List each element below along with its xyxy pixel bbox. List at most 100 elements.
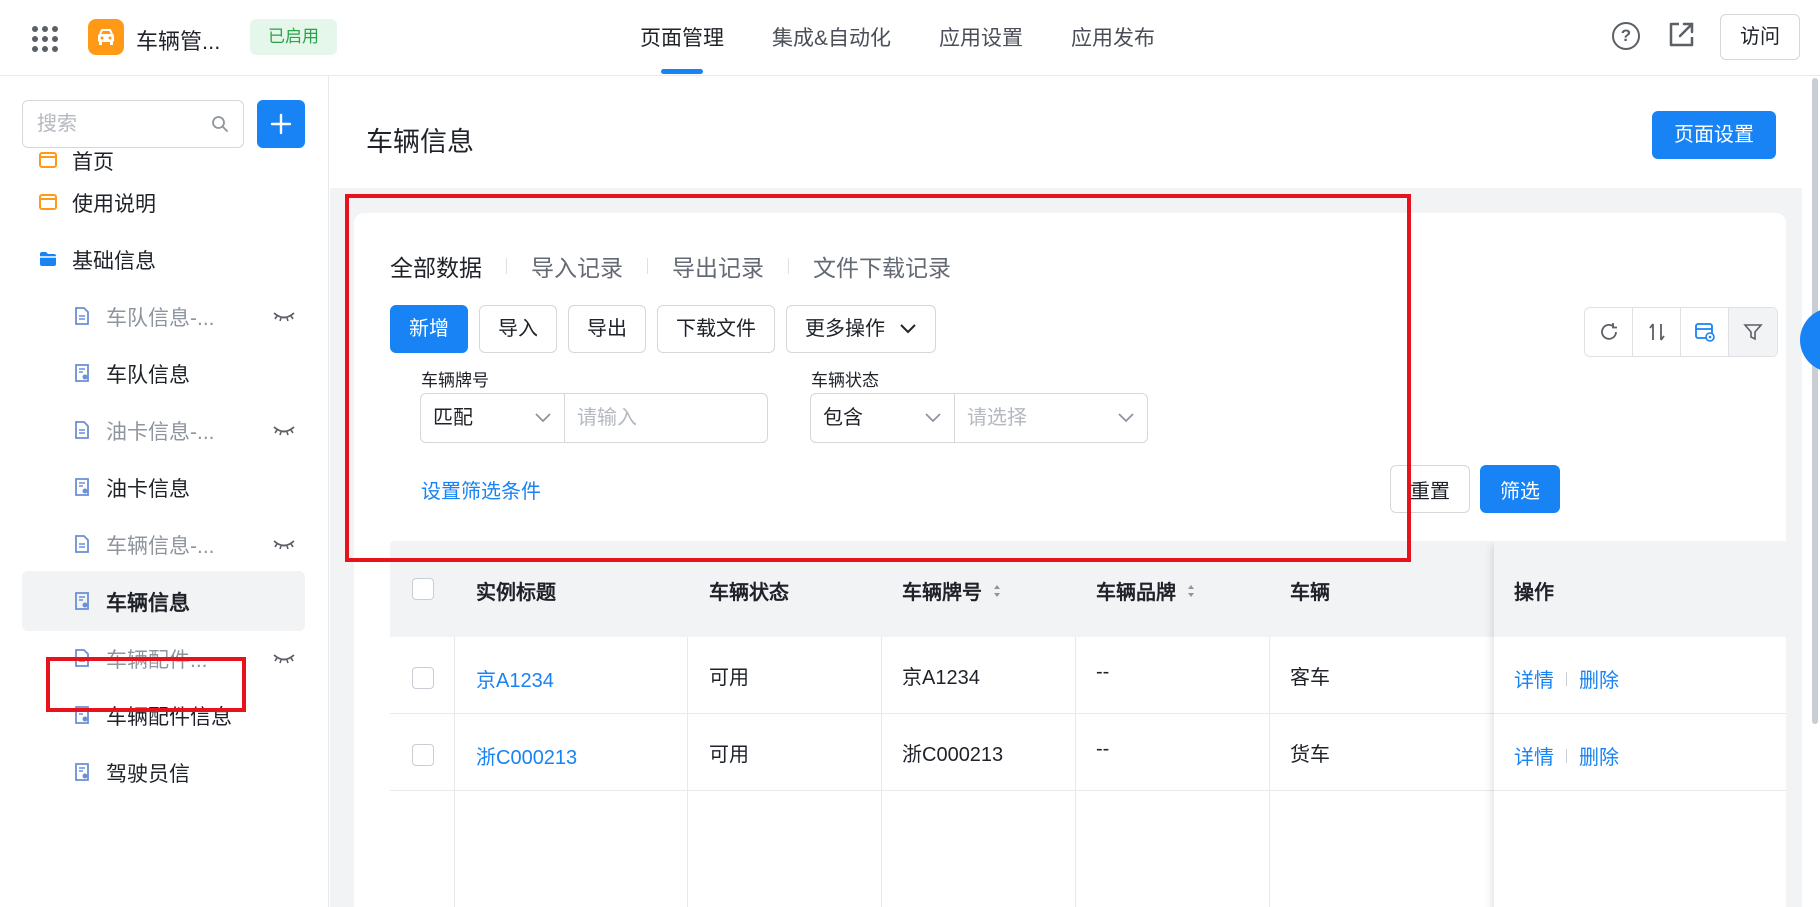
sidebar-item-vehicle-parts[interactable]: 车辆配件信息 [22, 685, 305, 745]
row-operations: 详情 删除 [1514, 664, 1619, 693]
document-icon [75, 535, 89, 553]
column-header-type[interactable]: 车辆 [1290, 576, 1330, 605]
floating-assistant-button[interactable] [1800, 308, 1820, 372]
row-plate: 京A1234 [902, 667, 980, 689]
nav-integration-automation[interactable]: 集成&自动化 [772, 0, 891, 76]
column-divider [881, 637, 882, 907]
eye-closed-icon[interactable] [272, 536, 296, 552]
column-header-plate[interactable]: 车辆牌号 [902, 576, 1002, 605]
app-name[interactable]: 车辆管... [136, 24, 220, 56]
select-all-checkbox[interactable] [412, 578, 434, 600]
main-nav: 页面管理 集成&自动化 应用设置 应用发布 [640, 0, 1203, 76]
more-actions-button[interactable]: 更多操作 [786, 305, 936, 353]
sidebar-item-label: 车队信息-... [106, 307, 215, 330]
apps-grid-icon[interactable] [32, 26, 58, 52]
column-header-title[interactable]: 实例标题 [476, 576, 556, 605]
sidebar-item-label: 油卡信息 [106, 478, 190, 501]
tab-import-records[interactable]: 导入记录 [531, 249, 623, 283]
page-settings-button[interactable]: 页面设置 [1652, 111, 1776, 159]
tab-divider [506, 258, 507, 274]
filter-button[interactable]: 筛选 [1480, 465, 1560, 513]
help-icon[interactable]: ? [1612, 22, 1640, 50]
select-placeholder: 请选择 [967, 407, 1027, 429]
view-settings-button[interactable] [1681, 308, 1729, 356]
row-operations: 详情 删除 [1514, 741, 1619, 770]
row-checkbox[interactable] [412, 667, 434, 689]
import-button[interactable]: 导入 [479, 305, 557, 353]
filter-status-operator[interactable]: 包含 [811, 394, 955, 442]
download-file-button[interactable]: 下载文件 [657, 305, 775, 353]
tab-download-records[interactable]: 文件下载记录 [813, 249, 951, 283]
filter-toggle-button[interactable] [1729, 308, 1777, 356]
reset-button[interactable]: 重置 [1390, 465, 1470, 513]
export-button[interactable]: 导出 [568, 305, 646, 353]
sidebar-item-label: 油卡信息-... [106, 421, 215, 444]
row-checkbox[interactable] [412, 744, 434, 766]
sidebar-item-driver-info[interactable]: 驾驶员信 [22, 742, 305, 802]
top-bar: 车辆管... 已启用 页面管理 集成&自动化 应用设置 应用发布 ? 访问 [0, 0, 1820, 76]
sidebar-item-label: 驾驶员信 [106, 763, 190, 786]
sidebar-item-fleet-info-hidden[interactable]: 车队信息-... [22, 286, 305, 346]
column-header-brand[interactable]: 车辆品牌 [1096, 576, 1196, 605]
refresh-button[interactable] [1585, 308, 1633, 356]
nav-page-management[interactable]: 页面管理 [640, 0, 724, 76]
sidebar-item-vehicle-parts-hidden[interactable]: 车辆配件... [22, 628, 305, 688]
column-header-operations: 操作 [1514, 582, 1554, 604]
column-divider [454, 637, 455, 907]
sort-arrows-icon[interactable] [1186, 583, 1196, 599]
tab-all-data[interactable]: 全部数据 [390, 249, 482, 283]
scrollbar-thumb[interactable] [1812, 78, 1818, 724]
eye-closed-icon[interactable] [272, 422, 296, 438]
operator-value: 包含 [823, 407, 863, 429]
data-tabs: 全部数据 导入记录 导出记录 文件下载记录 [390, 249, 951, 283]
filter-label-status: 车辆状态 [811, 371, 879, 390]
sidebar-item-basic-info[interactable]: 基础信息 [22, 229, 305, 289]
row-title-link[interactable]: 京A1234 [476, 664, 554, 693]
nav-app-settings[interactable]: 应用设置 [939, 0, 1023, 76]
nav-app-publish[interactable]: 应用发布 [1071, 0, 1155, 76]
column-divider [1075, 637, 1076, 907]
filter-plate-input[interactable] [565, 394, 767, 442]
detail-link[interactable]: 详情 [1514, 664, 1554, 693]
sidebar-item-label: 车辆信息-... [106, 535, 215, 558]
tab-export-records[interactable]: 导出记录 [672, 249, 764, 283]
add-button[interactable]: 新增 [390, 305, 468, 353]
sidebar-item-label: 车辆信息 [106, 592, 190, 615]
sidebar-item-fleet-info[interactable]: 车队信息 [22, 343, 305, 403]
delete-link[interactable]: 删除 [1579, 741, 1619, 770]
folder-icon [39, 194, 57, 210]
visit-button[interactable]: 访问 [1720, 14, 1800, 60]
form-icon [75, 592, 89, 610]
filter-status: 包含 请选择 [810, 393, 1148, 443]
more-actions-label: 更多操作 [805, 318, 885, 340]
eye-closed-icon[interactable] [272, 308, 296, 324]
sidebar-item-instructions[interactable]: 使用说明 [22, 172, 305, 232]
column-header-status[interactable]: 车辆状态 [709, 576, 789, 605]
detail-link[interactable]: 详情 [1514, 741, 1554, 770]
column-header-label: 车辆状态 [709, 582, 789, 604]
sort-arrows-icon[interactable] [992, 583, 1002, 599]
row-status: 可用 [709, 667, 749, 689]
filter-label-plate: 车辆牌号 [421, 371, 489, 390]
eye-closed-icon[interactable] [272, 650, 296, 666]
set-filter-conditions-link[interactable]: 设置筛选条件 [421, 475, 541, 504]
form-icon [75, 763, 89, 781]
row-divider [1494, 713, 1786, 714]
filter-plate-operator[interactable]: 匹配 [421, 394, 565, 442]
link-divider [1566, 748, 1567, 763]
sidebar-item-vehicle-info-hidden[interactable]: 车辆信息-... [22, 514, 305, 574]
refresh-icon [1600, 323, 1617, 340]
row-status: 可用 [709, 744, 749, 766]
delete-link[interactable]: 删除 [1579, 664, 1619, 693]
open-external-icon[interactable] [1666, 20, 1696, 50]
sort-button[interactable] [1633, 308, 1681, 356]
sidebar-item-fuel-card-hidden[interactable]: 油卡信息-... [22, 400, 305, 460]
sidebar-item-vehicle-info[interactable]: 车辆信息 [22, 571, 305, 631]
sidebar-item-fuel-card[interactable]: 油卡信息 [22, 457, 305, 517]
filter-status-select[interactable]: 请选择 [955, 394, 1147, 442]
row-brand: -- [1096, 661, 1110, 683]
form-icon [75, 364, 89, 382]
row-title-link[interactable]: 浙C000213 [476, 741, 577, 770]
folder-open-icon [40, 252, 56, 266]
chevron-down-icon [1118, 413, 1134, 423]
